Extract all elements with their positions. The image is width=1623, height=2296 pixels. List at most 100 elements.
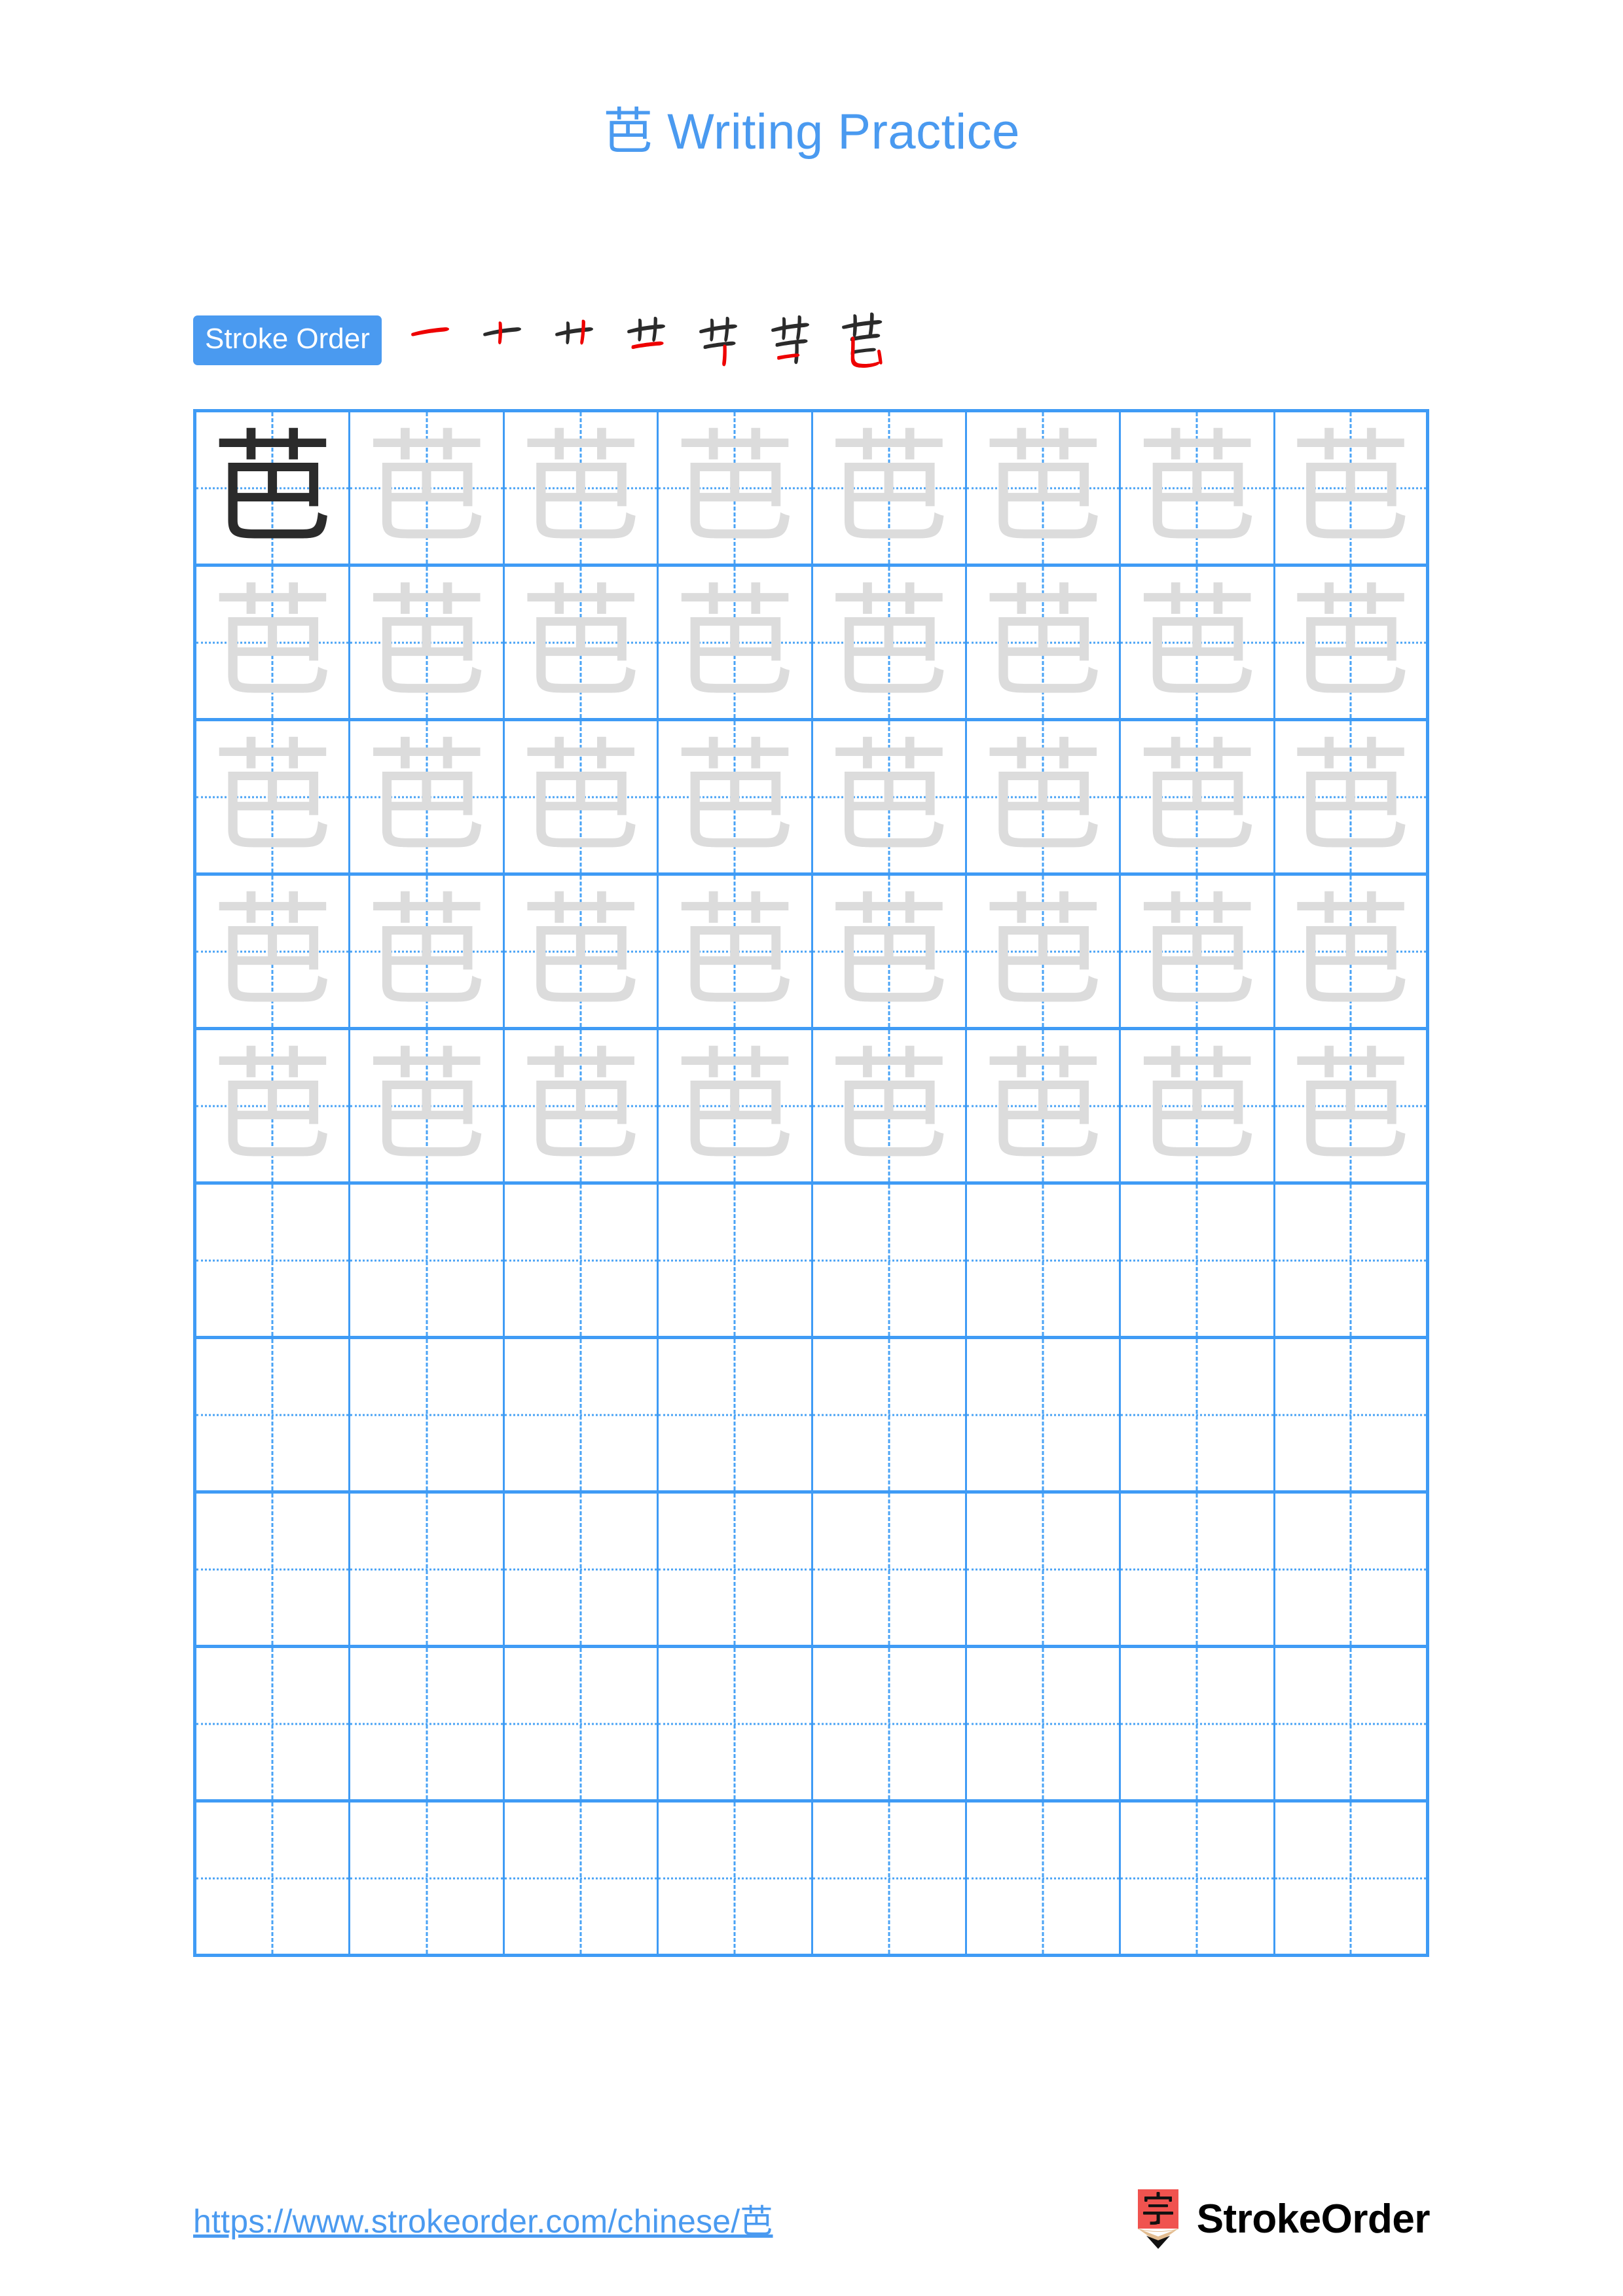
practice-cell[interactable] xyxy=(350,1494,505,1648)
practice-cell[interactable] xyxy=(350,1185,505,1339)
practice-cell[interactable]: 芭 xyxy=(350,1030,505,1185)
practice-cell[interactable]: 芭 xyxy=(659,412,813,567)
practice-cell[interactable]: 芭 xyxy=(812,1030,967,1185)
trace-character: 芭 xyxy=(828,1034,950,1177)
blank-character-slot xyxy=(967,1648,1119,1799)
blank-character-slot xyxy=(350,1494,502,1645)
practice-cell[interactable]: 芭 xyxy=(1275,412,1429,567)
practice-cell[interactable] xyxy=(196,1339,351,1494)
practice-cell[interactable] xyxy=(1275,1648,1429,1803)
practice-cell[interactable]: 芭 xyxy=(196,1030,351,1185)
practice-cell[interactable]: 芭 xyxy=(504,876,659,1030)
practice-cell[interactable]: 芭 xyxy=(1121,876,1275,1030)
practice-cell[interactable]: 芭 xyxy=(350,412,505,567)
blank-character-slot xyxy=(196,1648,348,1799)
practice-cell[interactable] xyxy=(1121,1185,1275,1339)
practice-cell[interactable] xyxy=(1275,1494,1429,1648)
practice-cell[interactable]: 芭 xyxy=(504,721,659,876)
blank-character-slot xyxy=(196,1803,348,1954)
blank-character-slot xyxy=(967,1339,1119,1490)
practice-cell[interactable] xyxy=(504,1648,659,1803)
practice-cell[interactable]: 芭 xyxy=(966,567,1122,721)
practice-cell[interactable] xyxy=(966,1339,1122,1494)
practice-cell[interactable] xyxy=(812,1803,967,1957)
practice-cell[interactable] xyxy=(659,1185,813,1339)
blank-character-slot xyxy=(967,1494,1119,1645)
practice-cell[interactable] xyxy=(1275,1339,1429,1494)
blank-character-slot xyxy=(967,1803,1119,1954)
practice-cell[interactable]: 芭 xyxy=(1121,567,1275,721)
practice-cell[interactable]: 芭 xyxy=(196,567,351,721)
practice-cell[interactable] xyxy=(350,1339,505,1494)
practice-cell[interactable]: 芭 xyxy=(196,876,351,1030)
practice-cell[interactable]: 芭 xyxy=(966,876,1122,1030)
practice-cell[interactable]: 芭 xyxy=(659,721,813,876)
practice-cell[interactable] xyxy=(1121,1648,1275,1803)
practice-cell[interactable]: 芭 xyxy=(659,567,813,721)
practice-cell[interactable]: 芭 xyxy=(350,567,505,721)
practice-cell[interactable]: 芭 xyxy=(1275,567,1429,721)
blank-character-slot xyxy=(659,1494,811,1645)
practice-cell[interactable] xyxy=(1121,1494,1275,1648)
practice-cell[interactable] xyxy=(196,1494,351,1648)
practice-cell[interactable] xyxy=(812,1648,967,1803)
practice-cell[interactable]: 芭 xyxy=(350,876,505,1030)
practice-cell[interactable]: 芭 xyxy=(1121,1030,1275,1185)
trace-character: 芭 xyxy=(519,1034,642,1177)
practice-cell[interactable] xyxy=(812,1185,967,1339)
blank-character-slot xyxy=(350,1339,502,1490)
practice-cell[interactable]: 芭 xyxy=(1121,412,1275,567)
blank-character-slot xyxy=(967,1185,1119,1336)
practice-cell[interactable] xyxy=(659,1803,813,1957)
practice-cell[interactable] xyxy=(812,1494,967,1648)
practice-cell[interactable] xyxy=(659,1339,813,1494)
practice-cell[interactable] xyxy=(504,1339,659,1494)
practice-cell[interactable] xyxy=(196,1648,351,1803)
practice-cell[interactable] xyxy=(350,1648,505,1803)
practice-cell[interactable] xyxy=(504,1185,659,1339)
practice-cell[interactable] xyxy=(659,1494,813,1648)
practice-cell[interactable]: 芭 xyxy=(812,412,967,567)
practice-cell[interactable] xyxy=(966,1648,1122,1803)
practice-cell[interactable] xyxy=(1121,1803,1275,1957)
practice-cell[interactable]: 芭 xyxy=(196,412,351,567)
practice-cell[interactable]: 芭 xyxy=(966,1030,1122,1185)
practice-cell[interactable] xyxy=(966,1803,1122,1957)
practice-cell[interactable]: 芭 xyxy=(1275,1030,1429,1185)
practice-cell[interactable]: 芭 xyxy=(1275,721,1429,876)
practice-cell[interactable]: 芭 xyxy=(812,567,967,721)
practice-cell[interactable] xyxy=(196,1803,351,1957)
blank-character-slot xyxy=(1121,1648,1273,1799)
practice-cell[interactable]: 芭 xyxy=(659,876,813,1030)
practice-cell[interactable]: 芭 xyxy=(504,1030,659,1185)
practice-cell[interactable]: 芭 xyxy=(812,721,967,876)
practice-cell[interactable] xyxy=(1275,1803,1429,1957)
stroke-step-6 xyxy=(759,304,831,376)
practice-cell[interactable]: 芭 xyxy=(1275,876,1429,1030)
practice-cell[interactable]: 芭 xyxy=(966,412,1122,567)
practice-cell[interactable] xyxy=(812,1339,967,1494)
practice-cell[interactable] xyxy=(966,1494,1122,1648)
practice-cell[interactable]: 芭 xyxy=(504,567,659,721)
practice-cell[interactable]: 芭 xyxy=(659,1030,813,1185)
practice-cell[interactable] xyxy=(350,1803,505,1957)
blank-character-slot xyxy=(1275,1339,1426,1490)
source-url-link[interactable]: https://www.strokeorder.com/chinese/芭 xyxy=(193,2195,773,2242)
practice-cell[interactable] xyxy=(196,1185,351,1339)
practice-cell[interactable]: 芭 xyxy=(350,721,505,876)
practice-cell[interactable] xyxy=(1121,1339,1275,1494)
practice-cell[interactable] xyxy=(504,1494,659,1648)
practice-cell[interactable]: 芭 xyxy=(812,876,967,1030)
practice-cell[interactable] xyxy=(659,1648,813,1803)
stroke-step-5 xyxy=(687,304,759,376)
practice-cell[interactable] xyxy=(1275,1185,1429,1339)
practice-cell[interactable] xyxy=(966,1185,1122,1339)
practice-cell[interactable]: 芭 xyxy=(1121,721,1275,876)
practice-cell[interactable] xyxy=(504,1803,659,1957)
practice-cell[interactable]: 芭 xyxy=(196,721,351,876)
practice-cell[interactable]: 芭 xyxy=(504,412,659,567)
trace-character: 芭 xyxy=(674,725,796,868)
trace-character: 芭 xyxy=(365,725,488,868)
blank-character-slot xyxy=(1121,1803,1273,1954)
practice-cell[interactable]: 芭 xyxy=(966,721,1122,876)
